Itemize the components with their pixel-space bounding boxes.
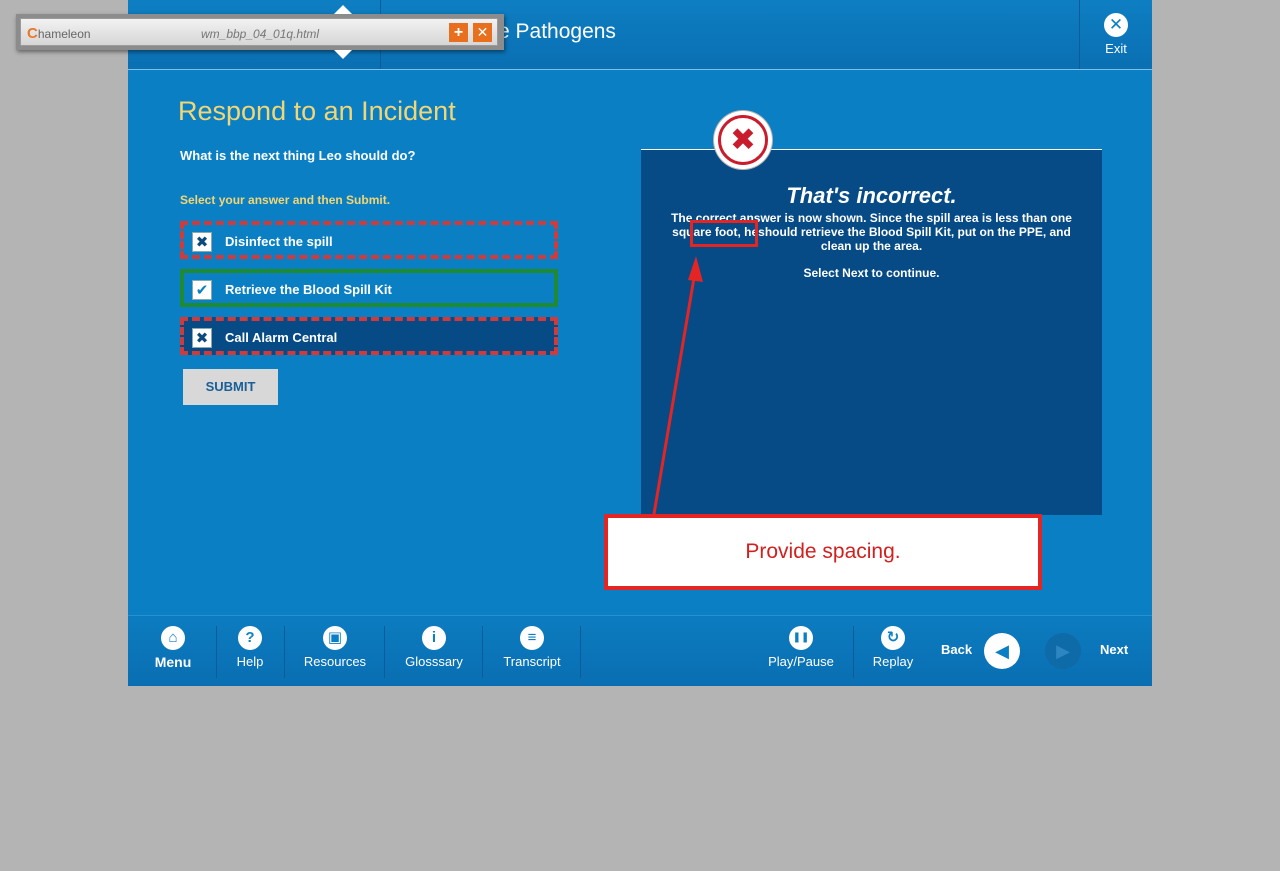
exit-button[interactable]: ✕ Exit bbox=[1090, 10, 1142, 60]
home-icon: ⌂ bbox=[161, 626, 185, 650]
question-prompt: What is the next thing Leo should do? bbox=[180, 148, 416, 163]
annotation-callout: Provide spacing. bbox=[604, 514, 1042, 590]
answer-option-disinfect[interactable]: ✖ Disinfect the spill bbox=[180, 221, 558, 259]
exit-divider bbox=[1079, 0, 1080, 69]
transcript-button[interactable]: ≡ Transcript bbox=[500, 626, 564, 669]
arrow-right-icon: ▶ bbox=[1056, 641, 1070, 661]
toolbar-divider bbox=[580, 626, 581, 678]
back-button[interactable]: ◀ bbox=[984, 633, 1020, 669]
replay-icon: ↻ bbox=[881, 626, 905, 650]
resources-label: Resources bbox=[303, 654, 367, 669]
x-mark-icon: ✖ bbox=[192, 328, 212, 348]
caret-down-icon bbox=[334, 50, 352, 59]
viewer-field: Chameleon wm_bbp_04_01q.html + ✕ bbox=[20, 18, 498, 46]
submit-button[interactable]: SUBMIT bbox=[183, 369, 278, 405]
annotation-highlight-box bbox=[690, 220, 758, 247]
pause-icon: ❚❚ bbox=[789, 626, 813, 650]
menu-button[interactable]: ⌂ Menu bbox=[150, 626, 196, 670]
close-icon: ✕ bbox=[1104, 13, 1128, 37]
footer-toolbar: ⌂ Menu ? Help ▣ Resources i Glosssary ≡ … bbox=[128, 615, 1152, 686]
question-heading: Respond to an Incident bbox=[178, 96, 456, 126]
help-label: Help bbox=[236, 654, 264, 669]
question-instruction: Select your answer and then Submit. bbox=[180, 193, 391, 207]
glossary-button[interactable]: i Glosssary bbox=[400, 626, 468, 669]
x-mark-icon: ✖ bbox=[192, 232, 212, 252]
answer-option-label: Retrieve the Blood Spill Kit bbox=[225, 282, 392, 297]
arrow-left-icon: ◀ bbox=[995, 641, 1009, 661]
answer-option-retrieve-kit[interactable]: ✔ Retrieve the Blood Spill Kit bbox=[180, 269, 558, 307]
add-button[interactable]: + bbox=[449, 23, 468, 42]
play-pause-button[interactable]: ❚❚ Play/Pause bbox=[764, 626, 838, 669]
answer-option-call-alarm[interactable]: ✖ Call Alarm Central bbox=[180, 317, 558, 355]
info-icon: i bbox=[422, 626, 446, 650]
resources-icon: ▣ bbox=[323, 626, 347, 650]
next-button[interactable]: ▶ bbox=[1045, 633, 1081, 669]
glossary-label: Glosssary bbox=[405, 654, 463, 669]
caret-up-icon bbox=[334, 5, 352, 14]
logo-initial: C bbox=[27, 25, 38, 42]
check-mark-icon: ✔ bbox=[192, 280, 212, 300]
feedback-panel: That's incorrect. The correct answer is … bbox=[641, 149, 1102, 515]
answer-option-label: Disinfect the spill bbox=[225, 234, 333, 249]
viewer-filename: wm_bbp_04_01q.html bbox=[201, 27, 320, 41]
replay-label: Replay bbox=[872, 654, 914, 669]
toolbar-divider bbox=[482, 626, 483, 678]
help-icon: ? bbox=[238, 626, 262, 650]
exit-label: Exit bbox=[1105, 41, 1127, 56]
logo-text: hameleon bbox=[37, 27, 91, 41]
play-pause-label: Play/Pause bbox=[768, 654, 834, 669]
file-viewer-bar: Chameleon wm_bbp_04_01q.html + ✕ bbox=[16, 14, 504, 50]
replay-button[interactable]: ↻ Replay bbox=[870, 626, 916, 669]
course-title: e Pathogens bbox=[498, 20, 616, 43]
toolbar-divider bbox=[284, 626, 285, 678]
feedback-title: That's incorrect. bbox=[786, 183, 957, 208]
transcript-label: Transcript bbox=[503, 654, 561, 669]
x-circle-icon: ✖ bbox=[718, 115, 768, 165]
incorrect-badge: ✖ bbox=[714, 111, 772, 169]
toolbar-divider bbox=[853, 626, 854, 678]
resources-button[interactable]: ▣ Resources bbox=[302, 626, 368, 669]
chameleon-logo: Chameleon bbox=[27, 25, 91, 42]
menu-label: Menu bbox=[154, 654, 192, 670]
toolbar-divider bbox=[216, 626, 217, 678]
back-label[interactable]: Back bbox=[941, 642, 972, 657]
list-icon: ≡ bbox=[520, 626, 544, 650]
help-button[interactable]: ? Help bbox=[230, 626, 270, 669]
feedback-next-hint: Select Next to continue. bbox=[803, 266, 940, 280]
next-label[interactable]: Next bbox=[1100, 642, 1128, 657]
answer-option-label: Call Alarm Central bbox=[225, 330, 338, 345]
toolbar-divider bbox=[384, 626, 385, 678]
close-button[interactable]: ✕ bbox=[473, 23, 492, 42]
